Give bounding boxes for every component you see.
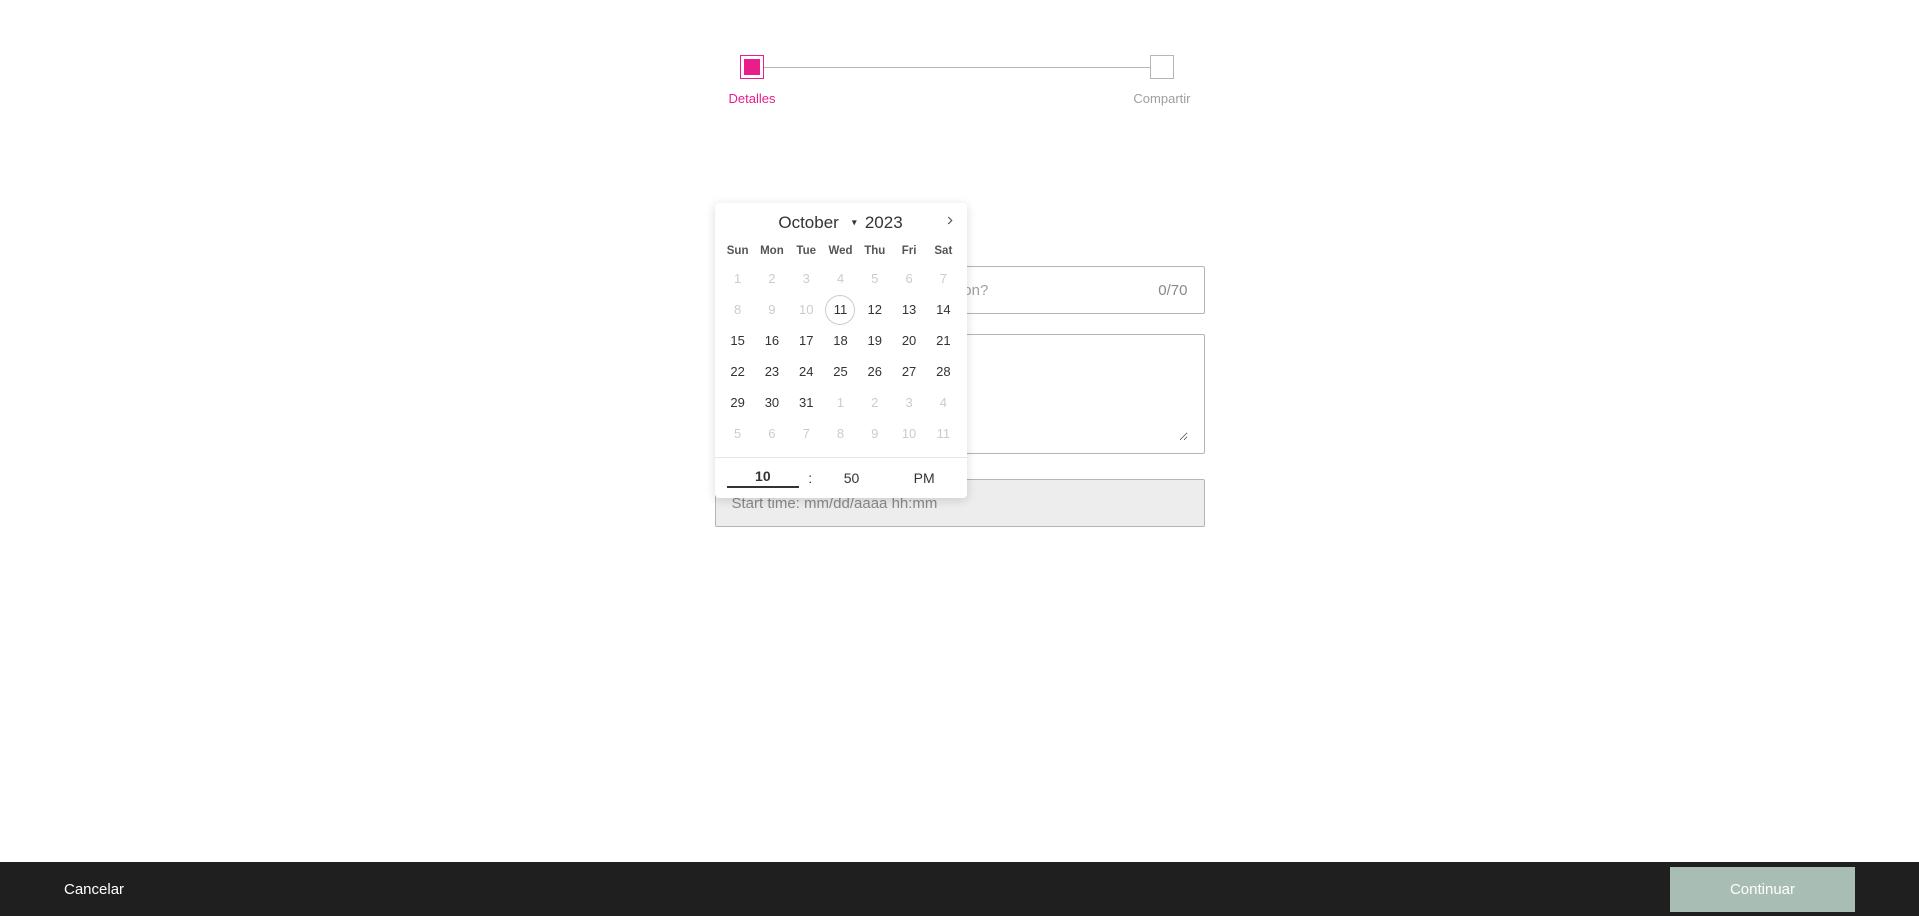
minute-input[interactable]: 50 <box>815 470 888 486</box>
calendar-day[interactable]: 22 <box>721 356 755 387</box>
calendar-day[interactable]: 12 <box>858 294 892 325</box>
calendar-day[interactable]: 19 <box>858 325 892 356</box>
calendar-day[interactable]: 5 <box>858 263 892 294</box>
calendar-day[interactable]: 17 <box>789 325 823 356</box>
weekday: Sun <box>721 241 755 261</box>
calendar-day[interactable]: 1 <box>721 263 755 294</box>
calendar-day[interactable]: 11 <box>823 294 857 325</box>
calendar-day[interactable]: 4 <box>926 387 960 418</box>
hour-input[interactable]: 10 <box>727 468 800 488</box>
weekday: Tue <box>789 241 823 261</box>
calendar-day[interactable]: 9 <box>858 418 892 449</box>
calendar-day[interactable]: 6 <box>755 418 789 449</box>
stepper: Detalles Compartir <box>729 55 1191 106</box>
step-compartir[interactable]: Compartir <box>1133 55 1190 106</box>
calendar-day[interactable]: 11 <box>926 418 960 449</box>
calendar-day[interactable]: 13 <box>892 294 926 325</box>
form: October ▾ 2023 Sun Mon Tue Wed Thu Fri S… <box>715 266 1205 527</box>
weekday: Wed <box>823 241 857 261</box>
calendar-day[interactable]: 3 <box>789 263 823 294</box>
month-select[interactable]: October ▾ <box>778 213 856 233</box>
continue-button[interactable]: Continuar <box>1670 867 1855 912</box>
weekday: Sat <box>926 241 960 261</box>
calendar-day[interactable]: 24 <box>789 356 823 387</box>
calendar-day[interactable]: 21 <box>926 325 960 356</box>
calendar-day[interactable]: 1 <box>823 387 857 418</box>
time-separator: : <box>805 470 815 486</box>
cancel-button[interactable]: Cancelar <box>64 881 124 898</box>
step-label: Detalles <box>729 91 776 106</box>
weekday: Thu <box>858 241 892 261</box>
next-month-button[interactable] <box>943 214 957 231</box>
char-counter: 0/70 <box>1148 282 1187 299</box>
chevron-down-icon: ▾ <box>852 218 857 229</box>
calendar-day[interactable]: 2 <box>755 263 789 294</box>
calendar-day[interactable]: 26 <box>858 356 892 387</box>
weekday: Mon <box>755 241 789 261</box>
weekday-row: Sun Mon Tue Wed Thu Fri Sat <box>715 241 967 261</box>
calendar-day[interactable]: 29 <box>721 387 755 418</box>
calendar-day[interactable]: 16 <box>755 325 789 356</box>
step-box-active <box>740 55 764 79</box>
calendar-day[interactable]: 5 <box>721 418 755 449</box>
calendar-day[interactable]: 10 <box>789 294 823 325</box>
calendar-header: October ▾ 2023 <box>715 203 967 241</box>
calendar-day[interactable]: 3 <box>892 387 926 418</box>
step-detalles[interactable]: Detalles <box>729 55 776 106</box>
calendar-day[interactable]: 23 <box>755 356 789 387</box>
calendar-grid: 1234567891011121314151617181920212223242… <box>715 261 967 457</box>
calendar-day[interactable]: 10 <box>892 418 926 449</box>
ampm-toggle[interactable]: PM <box>888 470 961 486</box>
calendar-day[interactable]: 18 <box>823 325 857 356</box>
step-box <box>1150 55 1174 79</box>
calendar-day[interactable]: 25 <box>823 356 857 387</box>
calendar-day[interactable]: 7 <box>926 263 960 294</box>
calendar-day[interactable]: 8 <box>721 294 755 325</box>
step-label: Compartir <box>1133 91 1190 106</box>
calendar-day[interactable]: 31 <box>789 387 823 418</box>
calendar-day[interactable]: 7 <box>789 418 823 449</box>
stepper-line <box>753 67 1167 68</box>
calendar-day[interactable]: 28 <box>926 356 960 387</box>
calendar-day[interactable]: 15 <box>721 325 755 356</box>
calendar-day[interactable]: 9 <box>755 294 789 325</box>
footer-bar: Cancelar Continuar <box>0 862 1919 916</box>
year-label[interactable]: 2023 <box>865 213 903 233</box>
weekday: Fri <box>892 241 926 261</box>
calendar-day[interactable]: 30 <box>755 387 789 418</box>
date-picker[interactable]: October ▾ 2023 Sun Mon Tue Wed Thu Fri S… <box>715 203 967 498</box>
calendar-day[interactable]: 20 <box>892 325 926 356</box>
month-label: October <box>778 213 856 233</box>
calendar-day[interactable]: 2 <box>858 387 892 418</box>
calendar-day[interactable]: 27 <box>892 356 926 387</box>
calendar-day[interactable]: 8 <box>823 418 857 449</box>
calendar-day[interactable]: 14 <box>926 294 960 325</box>
calendar-day[interactable]: 4 <box>823 263 857 294</box>
calendar-day[interactable]: 6 <box>892 263 926 294</box>
time-row: 10 : 50 PM <box>715 457 967 498</box>
